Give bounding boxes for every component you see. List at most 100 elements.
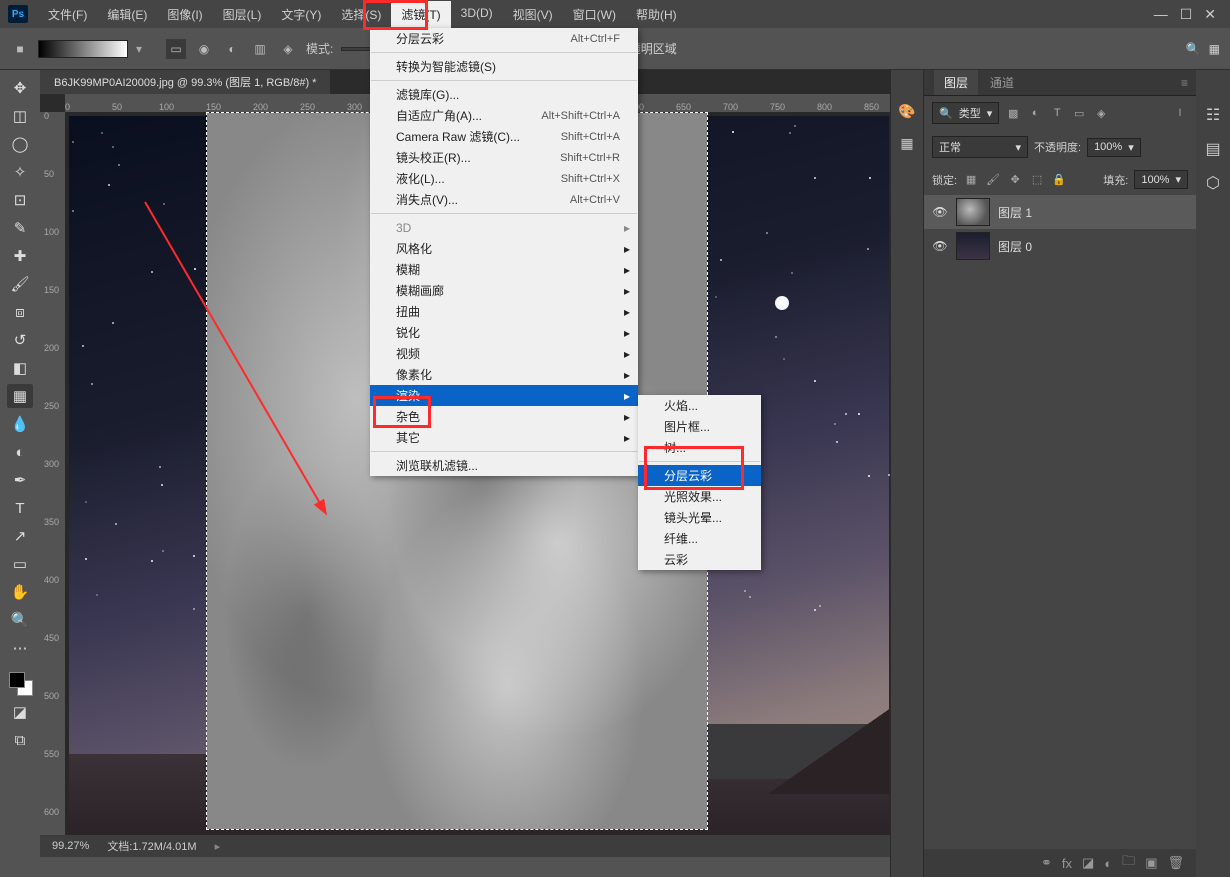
filter-category[interactable]: 风格化▸ [370,238,638,259]
eyedropper-tool-icon[interactable]: ✎ [7,216,33,240]
type-tool-icon[interactable]: T [7,496,33,520]
render-item[interactable]: 镜头光晕... [638,507,761,528]
gradient-dropdown-icon[interactable]: ▾ [136,42,142,56]
lock-all-icon[interactable]: 🔒 [1051,172,1067,188]
lock-pos-icon[interactable]: ✥ [1007,172,1023,188]
filter-item[interactable]: Camera Raw 滤镜(C)...Shift+Ctrl+A [370,126,638,147]
lasso-tool-icon[interactable]: ◯ [7,132,33,156]
marquee-tool-icon[interactable]: ◫ [7,104,33,128]
swatches-panel-icon[interactable]: ▦ [896,132,918,154]
properties-icon[interactable]: ▤ [1202,138,1224,160]
filter-category[interactable]: 渲染▸ [370,385,638,406]
render-item[interactable]: 图片框... [638,416,761,437]
path-tool-icon[interactable]: ↗ [7,524,33,548]
layer-name[interactable]: 图层 0 [998,238,1032,255]
layer-thumb[interactable] [956,232,990,260]
menu-file[interactable]: 文件(F) [38,1,97,28]
adjustment-icon[interactable]: ◐ [1104,856,1112,871]
gradient-preview[interactable] [38,40,128,58]
filter-last[interactable]: 分层云彩Alt+Ctrl+F [370,28,638,49]
new-layer-icon[interactable]: ▣ [1145,855,1157,871]
layers-tab[interactable]: 图层 [934,70,978,95]
menu-3d[interactable]: 3D(D) [451,1,503,28]
gradient-radial-icon[interactable]: ◉ [194,39,214,59]
layer-name[interactable]: 图层 1 [998,204,1032,221]
zoom-tool-icon[interactable]: 🔍 [7,608,33,632]
browse-online-filters[interactable]: 浏览联机滤镜... [370,455,638,476]
fill-value[interactable]: 100%▾ [1134,170,1188,189]
filter-category[interactable]: 视频▸ [370,343,638,364]
gradient-diamond-icon[interactable]: ◈ [278,39,298,59]
channels-tab[interactable]: 通道 [980,70,1024,95]
render-item[interactable]: 光照效果... [638,486,761,507]
lock-pixels-icon[interactable]: 🖌 [985,172,1001,188]
mask-icon[interactable]: ◪ [1082,855,1094,871]
menu-view[interactable]: 视图(V) [503,1,563,28]
menu-window[interactable]: 窗口(W) [563,1,626,28]
menu-layer[interactable]: 图层(L) [213,1,272,28]
filter-toggle-icon[interactable]: ⏽ [1172,105,1188,121]
render-item[interactable]: 火焰... [638,395,761,416]
filter-adjust-icon[interactable]: ◐ [1027,105,1043,121]
menu-edit[interactable]: 编辑(E) [97,1,157,28]
filter-smart-icon[interactable]: ◈ [1093,105,1109,121]
pen-tool-icon[interactable]: ✒ [7,468,33,492]
shape-tool-icon[interactable]: ▭ [7,552,33,576]
quickmask-icon[interactable]: ◪ [7,700,33,724]
window-maximize-icon[interactable]: ☐ [1180,6,1193,23]
link-layers-icon[interactable]: ⚭ [1041,855,1052,871]
filter-category[interactable]: 其它▸ [370,427,638,448]
menu-type[interactable]: 文字(Y) [271,1,331,28]
filter-item[interactable]: 消失点(V)...Alt+Ctrl+V [370,189,638,210]
blend-mode-select[interactable]: 正常▾ [932,136,1028,158]
zoom-readout[interactable]: 99.27% [52,840,89,852]
menu-image[interactable]: 图像(I) [157,1,212,28]
doc-info[interactable]: 文档:1.72M/4.01M [107,838,196,854]
filter-type-icon[interactable]: T [1049,105,1065,121]
gradient-linear-icon[interactable]: ▭ [166,39,186,59]
render-item[interactable]: 纤维... [638,528,761,549]
filter-category[interactable]: 扭曲▸ [370,301,638,322]
filter-category[interactable]: 模糊▸ [370,259,638,280]
layer-row[interactable]: 👁 图层 0 [924,229,1196,263]
stamp-tool-icon[interactable]: ⧈ [7,300,33,324]
color-swatches[interactable] [7,670,33,696]
crop-tool-icon[interactable]: ⊡ [7,188,33,212]
move-tool-icon[interactable]: ✥ [7,76,33,100]
gradient-reflected-icon[interactable]: ▥ [250,39,270,59]
gradient-tool-icon[interactable]: ■ [10,39,30,59]
search-icon[interactable]: 🔍 [1186,42,1201,56]
render-item[interactable]: 云彩 [638,549,761,570]
workspace-icon[interactable]: ▦ [1209,42,1220,56]
menu-help[interactable]: 帮助(H) [626,1,687,28]
visibility-icon[interactable]: 👁 [932,239,948,253]
filter-item[interactable]: 镜头校正(R)...Shift+Ctrl+R [370,147,638,168]
filter-category[interactable]: 像素化▸ [370,364,638,385]
filter-item[interactable]: 滤镜库(G)... [370,84,638,105]
wand-tool-icon[interactable]: ✧ [7,160,33,184]
filter-pixel-icon[interactable]: ▩ [1005,105,1021,121]
libraries-icon[interactable]: ☷ [1202,104,1224,126]
cube-icon[interactable]: ⬡ [1202,172,1224,194]
panel-menu-icon[interactable]: ≡ [1181,76,1196,90]
document-tab[interactable]: B6JK99MP0AI20009.jpg @ 99.3% (图层 1, RGB/… [40,70,330,94]
layer-row[interactable]: 👁 图层 1 [924,195,1196,229]
filter-item[interactable]: 液化(L)...Shift+Ctrl+X [370,168,638,189]
group-icon[interactable]: 🗀 [1122,852,1135,874]
lock-nest-icon[interactable]: ⬚ [1029,172,1045,188]
dodge-tool-icon[interactable]: ◐ [7,440,33,464]
history-brush-icon[interactable]: ↺ [7,328,33,352]
window-close-icon[interactable]: ✕ [1204,6,1216,23]
color-panel-icon[interactable]: 🎨 [896,100,918,122]
layer-thumb[interactable] [956,198,990,226]
visibility-icon[interactable]: 👁 [932,205,948,219]
menu-filter[interactable]: 滤镜(T) [391,1,450,28]
layer-filter-kind[interactable]: 🔍类型▾ [932,102,999,124]
delete-layer-icon[interactable]: 🗑 [1167,855,1184,871]
filter-shape-icon[interactable]: ▭ [1071,105,1087,121]
window-minimize-icon[interactable]: ― [1154,6,1168,23]
brush-tool-icon[interactable]: 🖌 [7,272,33,296]
lock-trans-icon[interactable]: ▦ [963,172,979,188]
filter-item[interactable]: 自适应广角(A)...Alt+Shift+Ctrl+A [370,105,638,126]
gradient-tool-icon-2[interactable]: ▦ [7,384,33,408]
